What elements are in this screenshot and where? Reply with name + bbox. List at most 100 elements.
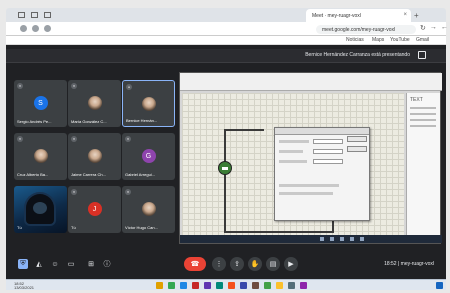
dialog-field[interactable]	[313, 159, 343, 164]
app-icon[interactable]	[276, 282, 283, 289]
reload-icon[interactable]: ↻	[420, 24, 426, 32]
app-icon[interactable]	[252, 282, 259, 289]
dialog-label	[279, 184, 339, 187]
start-icon[interactable]	[436, 282, 443, 289]
address-bar: meet.google.com/mey-ruagr-voxl ↻ → ←	[6, 22, 448, 36]
extension-icon[interactable]	[20, 25, 27, 32]
participant-name: Víctor Hugo Can...	[125, 225, 158, 230]
participant-tile[interactable]: ✕ María González C...	[68, 80, 121, 127]
participant-tile[interactable]: ● Bernice Hernán...	[122, 80, 175, 127]
participant-tile[interactable]: ✕ J Tú	[68, 186, 121, 233]
self-video-tile[interactable]: Tú	[14, 186, 67, 233]
taskbar-icon	[330, 237, 334, 241]
app-icon[interactable]	[192, 282, 199, 289]
activities-icon[interactable]: ◭	[34, 259, 44, 269]
mic-muted-icon: ✕	[125, 189, 131, 195]
chrome-icon[interactable]	[168, 282, 175, 289]
avatar	[141, 202, 156, 216]
avatar: S	[33, 96, 48, 110]
minimize-window-icon[interactable]	[44, 12, 51, 18]
camera-button[interactable]: ▶	[284, 257, 298, 271]
mic-muted-icon: ✕	[71, 189, 77, 195]
info-icon[interactable]: ⓘ	[102, 259, 112, 269]
shared-taskbar	[180, 235, 442, 243]
more-options-button[interactable]: ⋮	[212, 257, 226, 271]
captions-button[interactable]: ▤	[266, 257, 280, 271]
profile-icon[interactable]	[44, 25, 51, 32]
url-field[interactable]: meet.google.com/mey-ruagr-voxl	[316, 25, 416, 34]
participant-name: Gabriel Arregui...	[125, 172, 156, 177]
host-controls-icon[interactable]: ⛨	[18, 259, 28, 269]
bookmark-gmail[interactable]: Gmail	[416, 37, 429, 43]
browser-tab-meet[interactable]: Meet · mey-ruagr-voxl ×	[306, 9, 411, 22]
present-now-icon[interactable]: ⊞	[86, 259, 96, 269]
circuit-wire	[224, 129, 226, 233]
participant-name: Cruz Alberto Ba...	[17, 172, 49, 177]
app-icon[interactable]	[228, 282, 235, 289]
chat-icon[interactable]: ▭	[66, 259, 76, 269]
dialog-ok-button[interactable]	[347, 136, 367, 142]
participant-tile[interactable]: ✕ Cruz Alberto Ba...	[14, 133, 67, 180]
dialog-cancel-button[interactable]	[347, 146, 367, 152]
app-icon[interactable]	[180, 282, 187, 289]
extension-icons	[20, 25, 51, 32]
nav-buttons: ↻ → ←	[420, 24, 448, 32]
dialog-titlebar	[275, 128, 369, 135]
self-video-face	[33, 202, 47, 214]
taskbar-icon	[360, 237, 364, 241]
extension-icon[interactable]	[32, 25, 39, 32]
app-icon[interactable]	[216, 282, 223, 289]
dialog-field[interactable]	[313, 139, 343, 144]
participant-tile[interactable]: ✕ S Sergio Andrés Pe...	[14, 80, 67, 127]
mic-muted-icon: ✕	[125, 136, 131, 142]
window-controls	[18, 12, 51, 18]
circuit-wire	[224, 231, 334, 233]
app-icon[interactable]	[264, 282, 271, 289]
participant-name: Bernice Hernán...	[126, 118, 158, 123]
bookmark-maps[interactable]: Maps	[372, 37, 384, 43]
clock-date: 13/03/2021	[14, 285, 35, 290]
leave-call-button[interactable]: ☎	[184, 257, 206, 271]
raise-hand-button[interactable]: ✋	[248, 257, 262, 271]
dialog-label	[279, 160, 307, 163]
participant-tile[interactable]: ✕ G Gabriel Arregui...	[122, 133, 175, 180]
present-button[interactable]: ⇪	[230, 257, 244, 271]
file-explorer-icon[interactable]	[156, 282, 163, 289]
side-panel-label: TEXT	[410, 97, 423, 103]
bookmark-youtube[interactable]: YouTube	[390, 37, 410, 43]
app-icon[interactable]	[288, 282, 295, 289]
tab-title: Meet · mey-ruagr-voxl	[312, 13, 361, 19]
shared-screen[interactable]: TEXT	[179, 72, 442, 244]
taskbar-icon	[340, 237, 344, 241]
new-tab-icon[interactable]: +	[414, 11, 419, 20]
screenshot-frame: Meet · mey-ruagr-voxl × + meet.google.co…	[0, 0, 450, 293]
mic-muted-icon: ✕	[17, 83, 23, 89]
mic-muted-icon: ✕	[71, 83, 77, 89]
meet-window: Bernice Hernández Carranza está presenta…	[6, 45, 446, 279]
presenting-text: Bernice Hernández Carranza está presenta…	[305, 52, 410, 58]
mic-muted-icon: ✕	[17, 136, 23, 142]
participant-tile[interactable]: ✕ Jaime Carrera Ch...	[68, 133, 121, 180]
bookmark-news[interactable]: Noticias	[346, 37, 364, 43]
avatar	[87, 149, 102, 163]
dialog-field[interactable]	[313, 149, 343, 154]
close-tab-icon[interactable]: ×	[403, 12, 407, 18]
app-icon[interactable]	[204, 282, 211, 289]
people-icon[interactable]: ☺	[50, 259, 60, 269]
participant-tile[interactable]: ✕ Víctor Hugo Can...	[122, 186, 175, 233]
participant-name: María González C...	[71, 119, 107, 124]
back-icon[interactable]: ←	[441, 24, 448, 32]
app-icon[interactable]	[240, 282, 247, 289]
mic-muted-icon: ✕	[71, 136, 77, 142]
mic-on-icon: ●	[126, 84, 132, 90]
shared-side-panel: TEXT	[406, 93, 440, 241]
forward-icon[interactable]: →	[430, 24, 437, 32]
maximize-window-icon[interactable]	[31, 12, 38, 18]
taskbar-icon	[320, 237, 324, 241]
app-icon[interactable]	[300, 282, 307, 289]
circuit-wire	[224, 129, 264, 131]
properties-dialog[interactable]	[274, 127, 370, 221]
taskbar-icon	[350, 237, 354, 241]
bookmarks-bar: Gmail YouTube Maps Noticias	[6, 36, 446, 45]
close-window-icon[interactable]	[18, 12, 25, 18]
